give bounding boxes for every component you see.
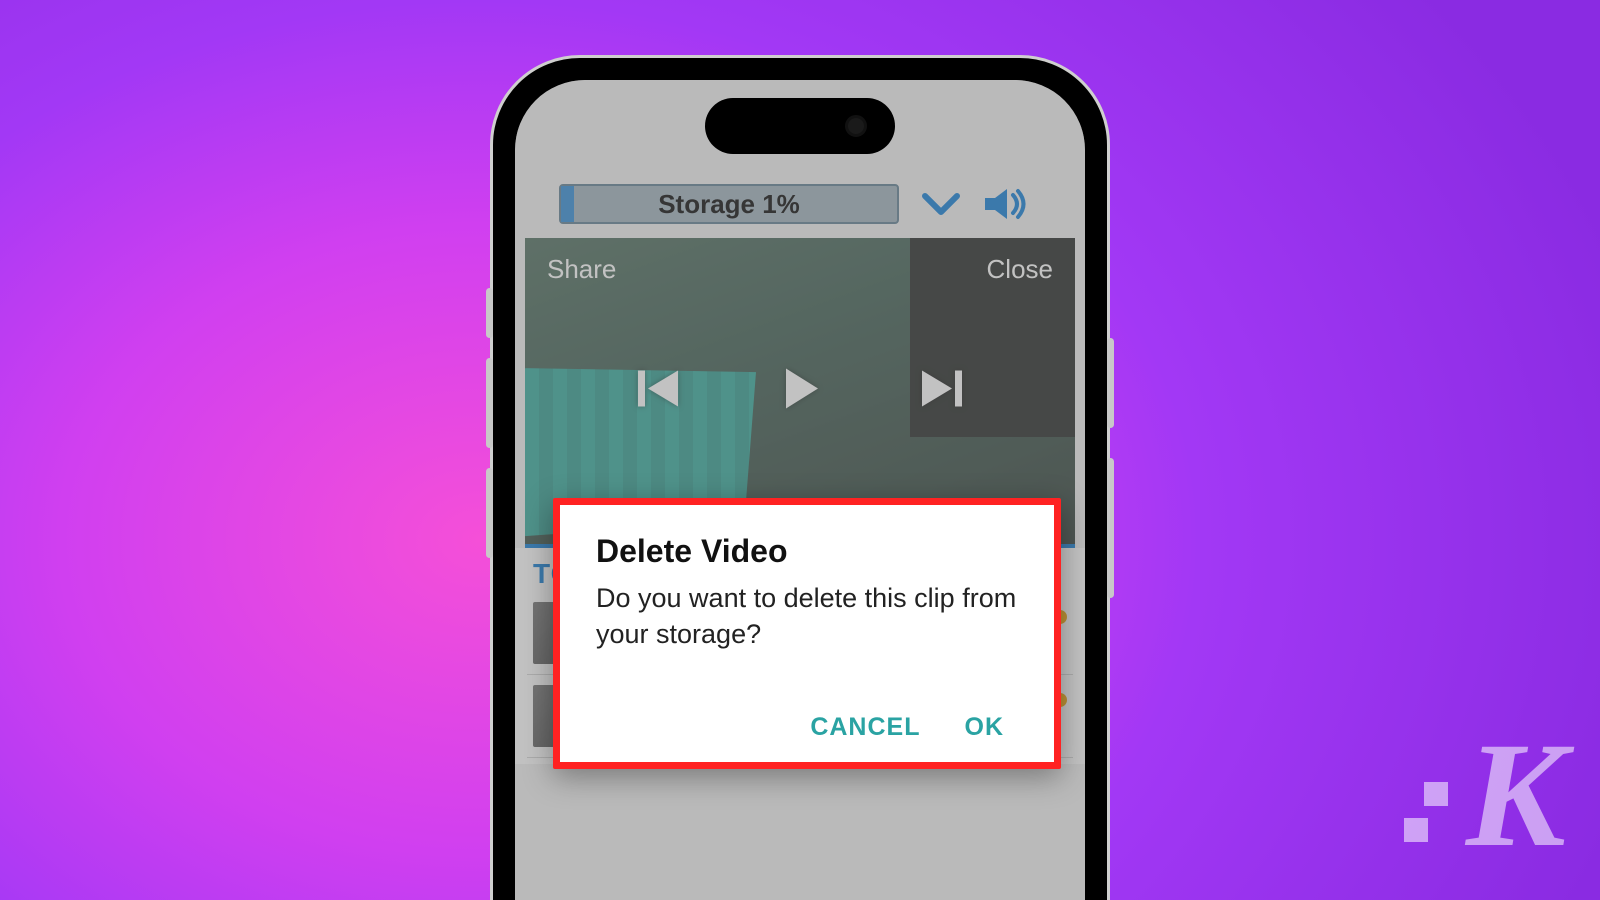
delete-video-dialog: Delete Video Do you want to delete this … [553,498,1061,769]
watermark-logo: K [1404,720,1560,870]
top-bar: Storage 1% [515,178,1085,238]
storage-fill [561,186,574,222]
share-button[interactable]: Share [547,254,616,285]
storage-indicator[interactable]: Storage 1% [559,184,899,224]
phone-frame: Storage 1% Share Close [490,55,1110,900]
play-icon[interactable] [774,363,826,420]
phone-side-button [486,288,493,338]
phone-screen: Storage 1% Share Close [515,80,1085,900]
ok-button[interactable]: OK [965,713,1005,742]
dialog-title: Delete Video [596,533,1018,570]
dialog-message: Do you want to delete this clip from you… [596,580,1018,653]
chevron-down-icon[interactable] [921,192,961,216]
speaker-icon[interactable] [983,187,1027,221]
promo-background: Storage 1% Share Close [0,0,1600,900]
storage-label: Storage 1% [658,189,800,220]
watermark-letter: K [1466,720,1560,870]
next-icon[interactable] [916,363,968,420]
phone-side-button [486,468,493,558]
dialog-actions: CANCEL OK [596,713,1018,742]
dialog-container: Delete Video Do you want to delete this … [553,498,1061,769]
close-button[interactable]: Close [987,254,1053,285]
playback-controls [632,363,968,420]
phone-side-button [486,358,493,448]
dynamic-island [705,98,895,154]
previous-icon[interactable] [632,363,684,420]
app-root: Storage 1% Share Close [515,80,1085,900]
watermark-dots-icon [1404,782,1448,842]
cancel-button[interactable]: CANCEL [810,713,920,742]
